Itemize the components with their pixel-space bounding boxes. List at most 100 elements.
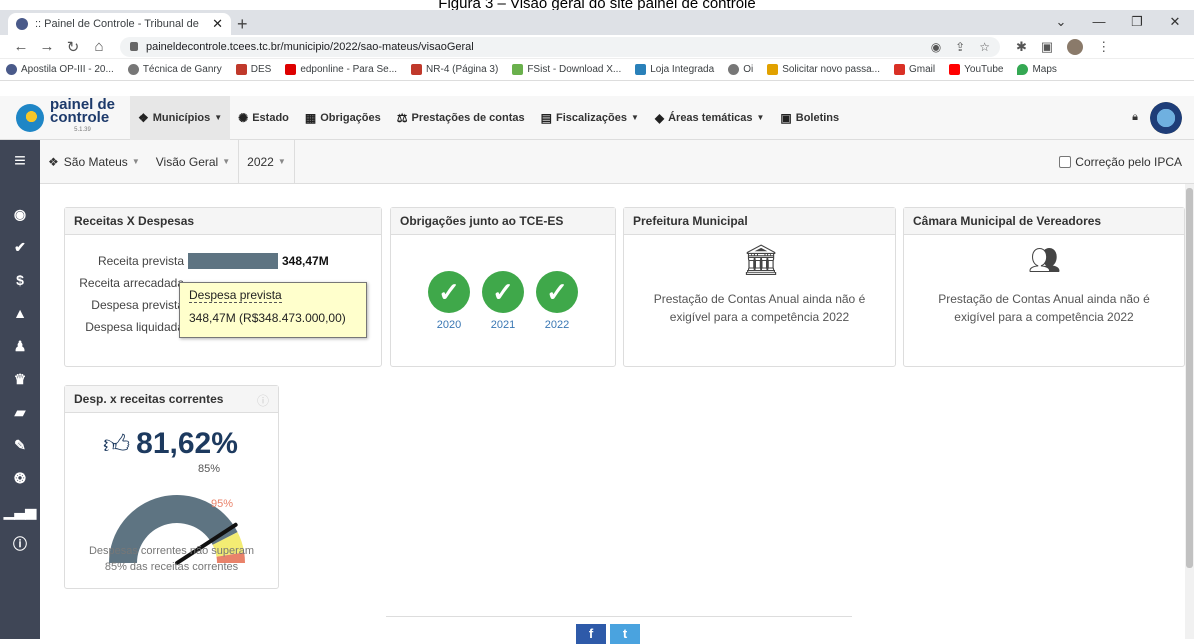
municipio-icon: ❖ [48,154,59,169]
signal-icon[interactable]: ▁▃▅ [0,495,40,528]
bookmark-star-icon[interactable]: ☆ [979,40,990,54]
tab-search-icon[interactable]: ⌄ [1042,10,1080,35]
ipca-checkbox[interactable] [1059,155,1072,168]
bookmark-item[interactable]: YouTube [949,64,1003,75]
info-icon[interactable]: ⓘ [0,528,40,561]
check-circle-icon: ✓ [536,271,578,313]
caret-down-icon: ▼ [277,157,286,166]
twitter-button[interactable]: t [610,624,640,644]
tce-seal-icon [1150,101,1182,134]
address-bar[interactable]: paineldecontrole.tcees.tc.br/municipio/2… [120,36,1000,57]
caret-down-icon: ▼ [756,113,765,122]
rxd-row-label: Despesa liquidada [85,320,184,334]
nav-areas[interactable]: ◆ Áreas temáticas ▼ [647,96,773,140]
cubes-icon[interactable]: ❂ [0,462,40,495]
obrigacao-2021[interactable]: ✓ 2021 [480,271,526,331]
obrigacao-2020[interactable]: ✓ 2020 [426,271,472,331]
obrigacao-2022[interactable]: ✓ 2022 [534,271,580,331]
nav-prestacoes[interactable]: ⚖ Prestações de contas [389,96,533,140]
municipio-icon: ❖ [138,110,149,125]
dollar-icon[interactable]: $ [0,264,40,297]
caret-down-icon: ▼ [222,157,231,166]
sidepanel-icon[interactable]: ▣ [1041,39,1053,55]
caret-down-icon: ▼ [131,157,140,166]
chart-tooltip: Despesa prevista 348,47M (R$348.473.000,… [179,282,367,338]
info-icon[interactable]: ⓘ [257,392,269,408]
close-window-button[interactable]: ✕ [1156,10,1194,35]
eye-icon[interactable]: ◉ [0,198,40,231]
lock-icon [130,42,138,51]
footer-divider [386,616,852,617]
rxd-row-label: Despesa prevista [91,298,184,312]
bookmark-item[interactable]: Maps [1017,64,1057,75]
extensions-icon[interactable]: ✱ [1016,39,1027,55]
share-icon[interactable]: ⇪ [955,40,965,54]
close-tab-icon[interactable]: ✕ [212,16,223,32]
scrollbar-thumb[interactable] [1186,188,1193,568]
caret-down-icon: ▼ [214,113,223,122]
bookmark-item[interactable]: FSist - Download X... [512,64,621,75]
menu-icon[interactable]: ⋮ [1097,39,1110,55]
caret-down-icon: ▼ [630,113,639,122]
profile-avatar[interactable] [1067,38,1084,55]
restore-button[interactable]: ❐ [1118,10,1156,35]
nav-obrigacoes[interactable]: ▦ Obrigações [297,96,389,140]
year-selector[interactable]: 2022 ▼ [239,139,295,184]
warning-icon[interactable]: ▲ [0,297,40,330]
rxd-row[interactable]: Despesa prevista [65,297,192,313]
rxd-bar[interactable] [188,253,278,269]
check-circle-icon: ✓ [428,271,470,313]
bookmark-item[interactable]: Apostila OP-III - 20... [6,64,114,75]
rxd-bar-value: 348,47M [282,254,329,268]
building-icon: ▦ [304,110,317,125]
forward-icon[interactable]: → [34,38,60,55]
bookmark-item[interactable]: Técnica de Ganry [127,64,222,75]
view-selector[interactable]: Visão Geral ▼ [148,139,240,184]
nav-boletins[interactable]: ▣ Boletins [772,96,847,140]
browser-tab[interactable]: :: Painel de Controle - Tribunal de ✕ [8,13,231,35]
panel-title: Receitas X Despesas [65,208,381,235]
facebook-button[interactable]: f [576,624,606,644]
page-scrollbar[interactable] [1185,184,1194,639]
users-icon: 👥︎ [1028,245,1061,275]
person-icon[interactable]: ♟ [0,330,40,363]
nav-fiscalizacoes[interactable]: ▤ Fiscalizações ▼ [533,96,647,140]
panel-obrigacoes: Obrigações junto ao TCE-ES ✓ 2020 ✓ 2021 ✓… [390,207,616,367]
check-icon[interactable]: ✔ [0,231,40,264]
bookmark-item[interactable]: edponline - Para Se... [285,64,397,75]
lock-icon[interactable]: 🔒︎ [1132,111,1138,124]
left-sidebar: ◉ ✔ $ ▲ ♟ ♛ ▰ ✎ ❂ ▁▃▅ ⓘ [0,184,40,639]
state-icon: ✺ [238,110,249,125]
nav-municipios[interactable]: ❖ Municípios ▼ [130,95,231,140]
panel-camara: Câmara Municipal de Vereadores 👥︎ Presta… [903,207,1185,367]
url-text: paineldecontrole.tcees.tc.br/municipio/2… [146,40,474,53]
back-icon[interactable]: ← [8,38,34,55]
social-buttons: f t [576,624,640,644]
book-icon[interactable]: ▰ [0,396,40,429]
minimize-button[interactable]: — [1080,10,1118,35]
gauge-mark-95: 95% [211,498,233,510]
panel-title: Prefeitura Municipal [624,208,895,235]
location-icon[interactable]: ◉ [931,40,941,54]
site-logo[interactable]: painel de controle 5.1.39 [0,97,130,137]
bookmark-item[interactable]: Gmail [894,64,935,75]
hamburger-menu-icon[interactable]: ≡ [0,139,40,184]
reload-icon[interactable]: ↻ [60,38,86,56]
rxd-row-label: Receita arrecadada [79,276,184,290]
new-tab-button[interactable]: + [237,14,248,35]
nav-estado[interactable]: ✺ Estado [230,96,297,140]
trophy-icon[interactable]: ♛ [0,363,40,396]
bookmark-item[interactable]: NR-4 (Página 3) [411,64,498,75]
bookmark-item[interactable]: Oi [728,64,753,75]
home-icon[interactable]: ⌂ [86,38,112,55]
rxd-row[interactable]: Receita arrecadada [65,275,192,291]
ipca-toggle[interactable]: Correção pelo IPCA [1059,155,1194,169]
edit-icon[interactable]: ✎ [0,429,40,462]
document-caption: Figura 3 – Visão geral do site painel de… [438,0,756,10]
municipio-selector[interactable]: ❖ São Mateus ▼ [40,140,148,184]
bookmark-item[interactable]: Solicitar novo passa... [767,64,880,75]
rxd-row[interactable]: Receita prevista 348,47M [65,253,329,269]
bookmark-item[interactable]: DES [235,64,271,75]
bookmark-item[interactable]: Loja Integrada [635,64,714,75]
browser-chrome: :: Painel de Controle - Tribunal de ✕ + … [0,10,1194,96]
